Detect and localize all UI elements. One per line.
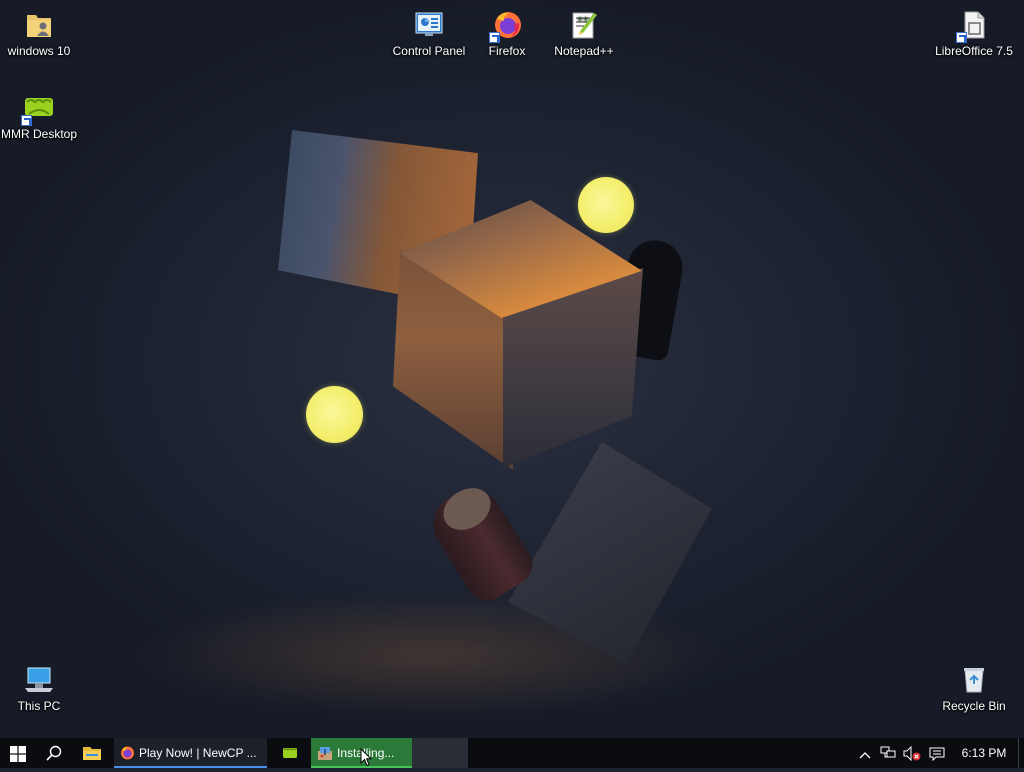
windows-start-icon	[10, 746, 26, 765]
file-explorer-button[interactable]	[74, 738, 110, 768]
taskbar-clock[interactable]: 6:13 PM	[954, 746, 1014, 760]
mmr-desktop-icon	[282, 746, 298, 763]
wallpaper-cube-low	[508, 442, 712, 664]
desktop-wallpaper	[0, 0, 1024, 738]
desktop-icon-label: Notepad++	[554, 44, 614, 58]
taskbar-app-mmr[interactable]	[272, 738, 308, 768]
taskbar-app-firefox[interactable]: Play Now! | NewCP ...	[114, 738, 267, 768]
libreoffice-icon	[956, 9, 990, 43]
notepadpp-icon: ++	[568, 9, 600, 41]
wallpaper-orb	[306, 386, 363, 443]
svg-text:++: ++	[577, 15, 589, 23]
shortcut-arrow-icon	[21, 115, 32, 126]
file-explorer-icon	[83, 745, 101, 764]
taskbar-app-installer-extension[interactable]	[412, 738, 468, 768]
wallpaper-orb	[578, 177, 634, 233]
shortcut-arrow-icon	[489, 32, 500, 43]
desktop-icon-this-pc[interactable]: This PC	[0, 664, 81, 714]
taskbar: Play Now! | NewCP ... Installing...	[0, 738, 1024, 768]
desktop-icon-label: This PC	[17, 699, 61, 713]
firefox-icon	[489, 9, 523, 43]
desktop-icon-windows-10[interactable]: windows 10	[0, 9, 81, 59]
recycle-bin-icon	[958, 664, 990, 696]
show-desktop-button[interactable]	[1018, 738, 1019, 768]
action-center-icon[interactable]	[929, 747, 945, 764]
control-panel-icon	[413, 9, 445, 41]
desktop-icon-label: LibreOffice 7.5	[935, 44, 1013, 58]
desktop-icon-label: windows 10	[7, 44, 71, 58]
desktop-icon-label: Firefox	[488, 44, 526, 58]
this-pc-icon	[23, 664, 55, 696]
desktop-icon-notepadpp[interactable]: ++ Notepad++	[542, 9, 626, 59]
desktop-icon-libreoffice[interactable]: LibreOffice 7.5	[932, 9, 1016, 59]
mmr-desktop-icon	[21, 92, 55, 126]
search-icon	[46, 745, 62, 764]
desktop-icon-firefox[interactable]: Firefox	[465, 9, 549, 59]
desktop-icon-control-panel[interactable]: Control Panel	[387, 9, 471, 59]
taskbar-app-label: Play Now! | NewCP ...	[139, 746, 257, 760]
desktop-icon-label: MMR Desktop	[0, 127, 77, 141]
installer-icon	[317, 745, 333, 764]
start-button[interactable]	[0, 738, 36, 768]
desktop-icon-label: Control Panel	[392, 44, 466, 58]
network-icon[interactable]	[880, 746, 896, 763]
desktop-icon-recycle-bin[interactable]: Recycle Bin	[932, 664, 1016, 714]
volume-muted-icon[interactable]	[903, 745, 921, 764]
desktop-icon-label: Recycle Bin	[942, 699, 1006, 713]
user-folder-icon	[23, 9, 55, 41]
shortcut-arrow-icon	[956, 32, 967, 43]
firefox-icon	[119, 745, 135, 764]
chevron-up-icon[interactable]	[859, 748, 871, 762]
desktop-icon-mmr-desktop[interactable]: MMR Desktop	[0, 92, 81, 142]
mouse-cursor-icon	[360, 747, 373, 772]
search-button[interactable]	[36, 738, 72, 768]
